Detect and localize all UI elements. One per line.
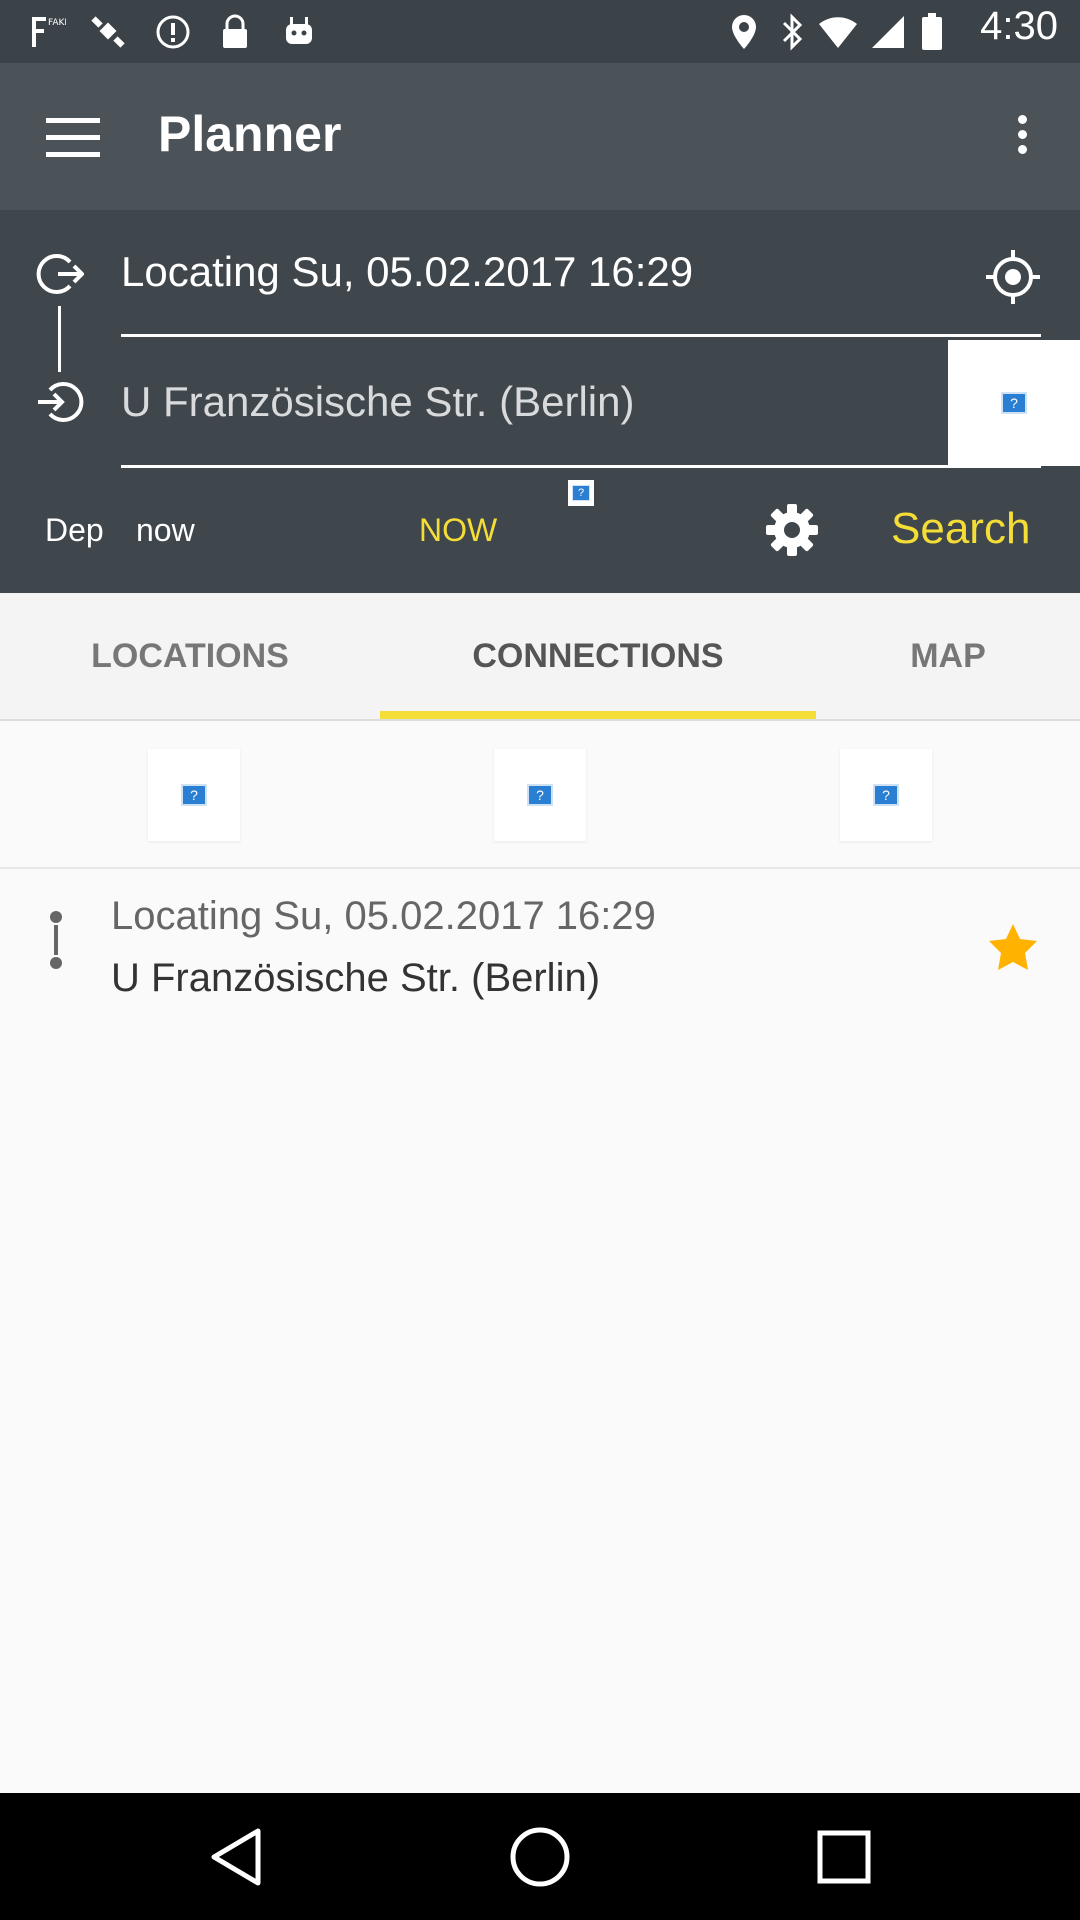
trip-planner-panel: Locating Su, 05.02.2017 16:29 U Französi… [0, 210, 1080, 593]
broken-image-icon: ? [181, 784, 207, 806]
hamburger-menu-icon[interactable] [46, 118, 100, 158]
to-input-underline [121, 465, 1041, 468]
route-connector-line [58, 306, 61, 372]
placeholder-image-row: ? ? ? [0, 721, 1080, 869]
from-input[interactable]: Locating Su, 05.02.2017 16:29 [121, 248, 693, 296]
search-button[interactable]: Search [891, 504, 1030, 554]
tab-bar: LOCATIONS CONNECTIONS MAP [0, 593, 1080, 721]
navigation-bar [0, 1793, 1080, 1920]
app-bar: Planner [0, 63, 1080, 210]
lock-icon [215, 12, 255, 52]
history-from: Locating Su, 05.02.2017 16:29 [111, 894, 656, 938]
overflow-menu-icon[interactable] [1010, 115, 1034, 163]
tab-map[interactable]: MAP [816, 593, 1080, 719]
my-location-icon[interactable] [984, 248, 1042, 306]
small-placeholder-image: ? [568, 480, 594, 506]
departure-label[interactable]: Dep [45, 512, 104, 549]
status-time: 4:30 [980, 4, 1058, 48]
recents-icon[interactable] [810, 1823, 878, 1891]
settings-gear-icon[interactable] [764, 502, 820, 558]
satellite-icon [89, 12, 129, 52]
wifi-icon [818, 12, 858, 52]
from-exit-icon [36, 250, 85, 298]
location-pin-icon [724, 12, 764, 52]
signal-icon [868, 12, 908, 52]
battery-icon [912, 12, 952, 52]
status-bar: FAKE 4:30 [0, 0, 1080, 63]
broken-image-icon: ? [527, 784, 553, 806]
active-tab-indicator [380, 711, 816, 719]
from-input-underline [121, 334, 1041, 337]
android-icon [279, 12, 319, 52]
broken-image-icon: ? [1001, 392, 1027, 414]
svg-text:FAKE: FAKE [48, 18, 66, 28]
info-circle-icon [153, 12, 193, 52]
fake-gps-icon: FAKE [27, 12, 67, 52]
favorite-star-icon[interactable] [986, 921, 1040, 975]
bluetooth-icon [772, 12, 812, 52]
page-title: Planner [158, 106, 342, 162]
placeholder-image-2[interactable]: ? [494, 749, 586, 841]
broken-image-icon: ? [572, 485, 590, 501]
placeholder-image-1[interactable]: ? [148, 749, 240, 841]
tab-locations[interactable]: LOCATIONS [0, 593, 380, 719]
departure-time[interactable]: now [136, 512, 195, 549]
back-icon[interactable] [202, 1823, 270, 1891]
to-input[interactable]: U Französische Str. (Berlin) [121, 378, 634, 426]
placeholder-image-3[interactable]: ? [840, 749, 932, 841]
to-enter-icon [36, 378, 84, 426]
now-button[interactable]: NOW [419, 512, 497, 549]
tab-connections[interactable]: CONNECTIONS [380, 593, 816, 719]
route-dots-icon [48, 911, 64, 977]
broken-image-icon: ? [873, 784, 899, 806]
home-icon[interactable] [506, 1823, 574, 1891]
to-placeholder-image[interactable]: ? [948, 340, 1080, 466]
history-to: U Französische Str. (Berlin) [111, 956, 601, 1000]
list-item[interactable]: Locating Su, 05.02.2017 16:29 U Französi… [0, 869, 1080, 1009]
